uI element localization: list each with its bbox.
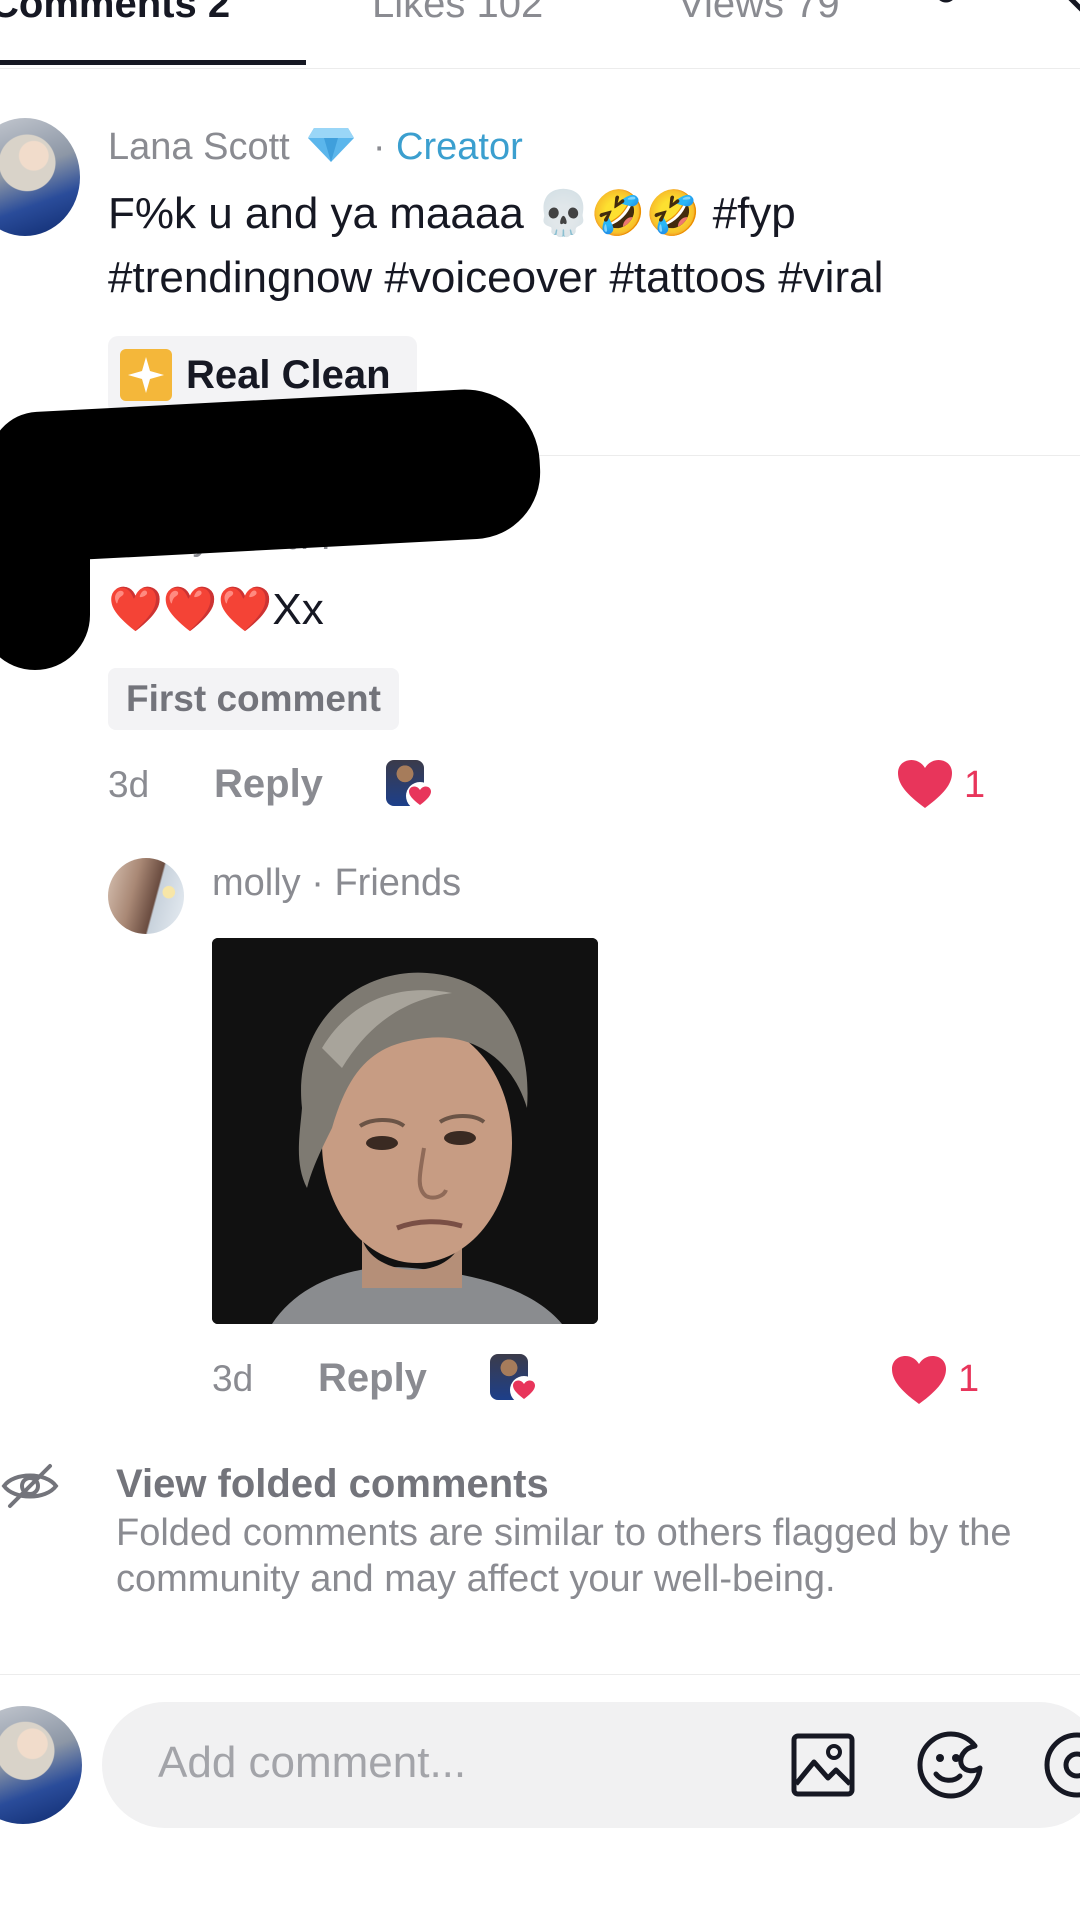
image-icon[interactable]: [790, 1732, 856, 1798]
creator-avatar[interactable]: [0, 118, 80, 236]
heart-icon: [510, 1376, 538, 1404]
comment-input-placeholder: Add comment...: [158, 1738, 467, 1787]
separator-dot: ·: [372, 126, 386, 169]
first-comment-badge: First comment: [108, 668, 399, 730]
friends-label: · Friends: [311, 862, 462, 904]
close-icon[interactable]: [1058, 0, 1080, 16]
view-folded-comments-link[interactable]: View folded comments: [116, 1462, 549, 1507]
emoji-icon[interactable]: [916, 1730, 986, 1800]
active-tab-indicator: [0, 60, 306, 65]
filter-sliders-icon[interactable]: [912, 0, 966, 22]
eye-slash-icon: [0, 1462, 60, 1510]
caption-line-1: F%k u and ya maaaa 💀🤣🤣 #fyp: [108, 189, 796, 238]
creator-liked-indicator: [386, 760, 434, 810]
comment-time: 3d: [212, 1358, 254, 1399]
like-button[interactable]: [890, 1354, 948, 1406]
comment-time: 3d: [108, 764, 150, 805]
like-count: 1: [964, 764, 986, 806]
sparkle-sound-icon: [120, 349, 172, 401]
at-mention-icon[interactable]: [1042, 1730, 1080, 1800]
comment-author[interactable]: molly: [212, 862, 301, 904]
creator-role-label: Creator: [396, 126, 523, 169]
comments-tab-bar: Comments 2 Likes 102 Views 79: [0, 0, 1080, 69]
caption-line-2: #trendingnow #voiceover #tattoos #viral: [108, 253, 884, 302]
redaction-scribble-avatar: [0, 480, 90, 670]
composer-divider: [0, 1674, 1080, 1675]
reply-button[interactable]: Reply: [318, 1356, 427, 1401]
comment-author-row: molly · Friends: [212, 862, 461, 905]
diamond-badge-icon: [306, 124, 356, 174]
tab-views[interactable]: Views 79: [678, 0, 840, 27]
user-avatar: [0, 1706, 82, 1824]
like-count: 1: [958, 1358, 980, 1400]
comment-text: ❤️❤️❤️Xx: [108, 585, 324, 634]
molly-avatar[interactable]: [108, 858, 184, 934]
like-button[interactable]: [896, 758, 954, 810]
comment-image[interactable]: [212, 938, 598, 1324]
creator-header: Lana Scott · Creator: [108, 124, 523, 174]
folded-description-line-1: Folded comments are similar to others fl…: [116, 1512, 1012, 1554]
tab-likes[interactable]: Likes 102: [372, 0, 543, 27]
creator-name[interactable]: Lana Scott: [108, 126, 290, 168]
creator-liked-indicator: [490, 1354, 538, 1404]
heart-icon: [406, 782, 434, 810]
tab-comments[interactable]: Comments 2: [0, 0, 230, 27]
reply-button[interactable]: Reply: [214, 762, 323, 807]
folded-description-line-2: community and may affect your well-being…: [116, 1558, 836, 1600]
comment-input[interactable]: Add comment...: [102, 1702, 1080, 1828]
sound-label: Real Clean: [186, 352, 391, 397]
